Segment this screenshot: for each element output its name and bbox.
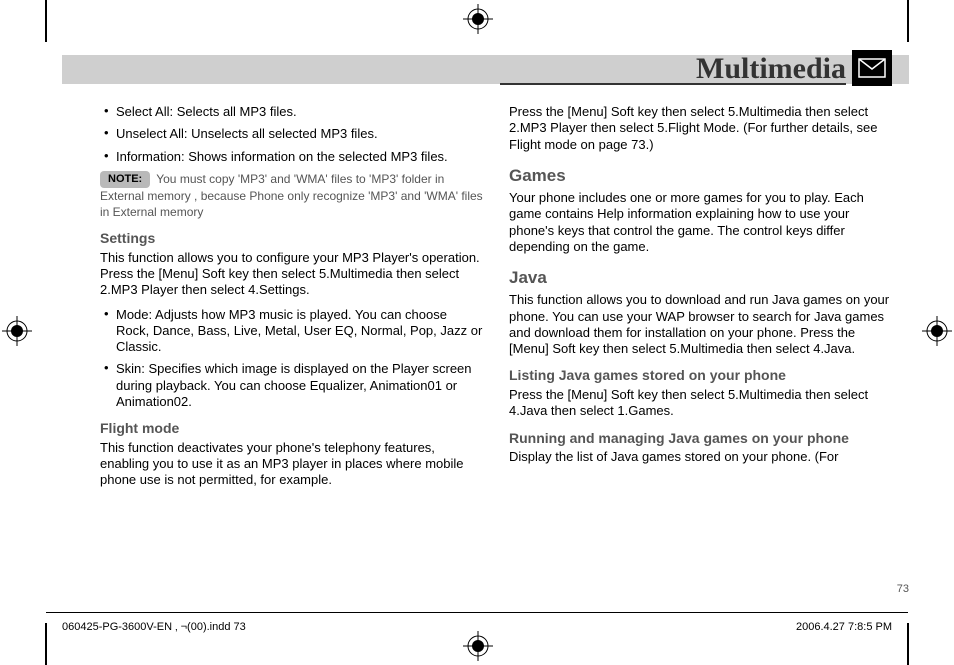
manual-page: { "header": { "section_title": "Multimed…	[0, 0, 954, 665]
heading-settings: Settings	[100, 230, 483, 247]
left-column: Select All: Selects all MP3 files. Unsel…	[100, 104, 483, 597]
footer-timestamp: 2006.4.27 7:8:5 PM	[796, 621, 892, 635]
note-block: NOTE:You must copy 'MP3' and 'WMA' files…	[100, 171, 483, 220]
paragraph: This function deactivates your phone's t…	[100, 440, 483, 489]
note-body: You must copy 'MP3' and 'WMA' files to '…	[100, 172, 483, 219]
paragraph: Press the [Menu] Soft key then select 5.…	[509, 387, 892, 420]
section-title: Multimedia	[696, 50, 846, 88]
mail-icon	[852, 50, 892, 86]
registration-mark-icon	[463, 4, 493, 34]
paragraph: This function allows you to configure yo…	[100, 250, 483, 299]
page-number: 73	[897, 583, 909, 597]
note-badge: NOTE:	[100, 171, 150, 188]
list-item: Skin: Specifies which image is displayed…	[100, 361, 483, 410]
list-item: Information: Shows information on the se…	[100, 149, 483, 165]
heading-java: Java	[509, 267, 892, 288]
footer-rule	[46, 610, 908, 613]
crop-mark	[45, 0, 47, 42]
paragraph: Press the [Menu] Soft key then select 5.…	[509, 104, 892, 153]
crop-mark	[907, 623, 909, 665]
title-underline	[500, 83, 846, 85]
heading-flight-mode: Flight mode	[100, 420, 483, 437]
registration-mark-icon	[463, 631, 493, 661]
registration-mark-icon	[922, 316, 952, 346]
list-item: Unselect All: Unselects all selected MP3…	[100, 126, 483, 142]
paragraph: Display the list of Java games stored on…	[509, 449, 892, 465]
heading-games: Games	[509, 165, 892, 186]
paragraph: Your phone includes one or more games fo…	[509, 190, 892, 255]
list-item: Mode: Adjusts how MP3 music is played. Y…	[100, 307, 483, 356]
heading-listing-java: Listing Java games stored on your phone	[509, 367, 892, 384]
list-item: Select All: Selects all MP3 files.	[100, 104, 483, 120]
crop-mark	[45, 623, 47, 665]
crop-mark	[907, 0, 909, 42]
registration-mark-icon	[2, 316, 32, 346]
right-column: Press the [Menu] Soft key then select 5.…	[509, 104, 892, 597]
paragraph: This function allows you to download and…	[509, 292, 892, 357]
footer-filepath: 060425-PG-3600V-EN ‚ ¬(00).indd 73	[62, 621, 246, 635]
heading-running-java: Running and managing Java games on your …	[509, 430, 892, 447]
